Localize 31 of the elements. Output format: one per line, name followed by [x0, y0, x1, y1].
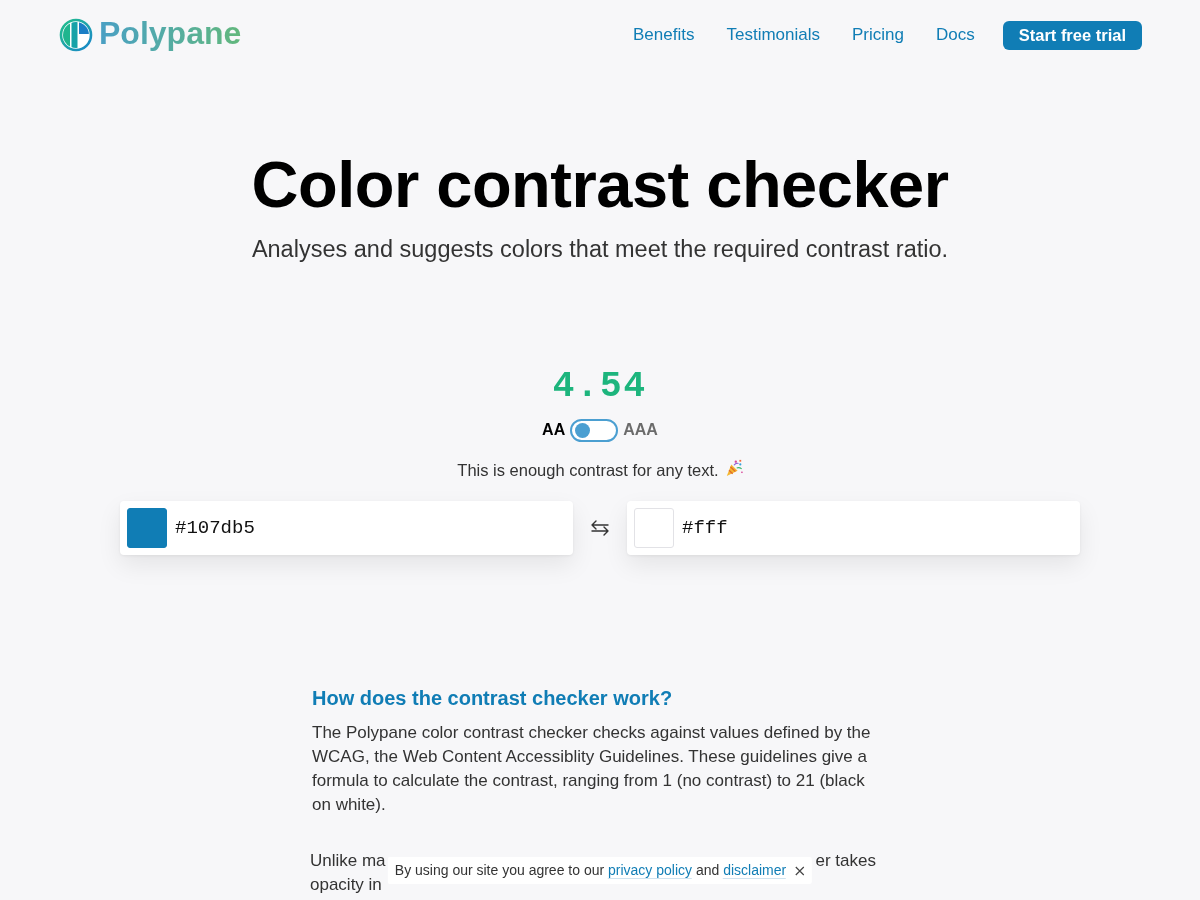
nav-link[interactable]: Pricing	[852, 22, 904, 48]
contrast-ratio: 4.54	[552, 367, 648, 407]
nav-link[interactable]: Benefits	[633, 22, 695, 48]
color-value: #107db5	[175, 515, 255, 541]
logo-icon	[59, 18, 93, 52]
page-subtitle: Analyses and suggests colors that meet the required contrast ratio.	[251, 235, 949, 264]
level-label[interactable]: AA	[542, 418, 566, 442]
section-heading: How does the contrast checker work?	[312, 685, 674, 711]
color-swatch-icon[interactable]	[127, 507, 167, 548]
cookie-notice-text: By using our site you agree to our privacy policy and disclaimer	[394, 861, 787, 881]
swap-icon[interactable]	[590, 519, 610, 536]
nav-link[interactable]: Testimonials	[726, 22, 820, 48]
party-popper-icon	[724, 459, 743, 478]
nav-link[interactable]: Docs	[935, 22, 975, 48]
logo-link[interactable]: Polypane	[59, 17, 242, 53]
result-message: This is enough contrast for any text.	[457, 460, 719, 481]
privacy-policy-link[interactable]: privacy policy	[608, 862, 693, 879]
page-title: Color contrast checker	[251, 150, 949, 220]
disclaimer-link[interactable]: disclaimer	[723, 862, 787, 879]
color-value: #fff	[682, 515, 728, 541]
level-toggle[interactable]	[570, 418, 619, 442]
color-input-field[interactable]: #fff	[627, 500, 1080, 555]
body-text: opacity in	[310, 873, 382, 896]
body-text: Unlike ma	[310, 849, 386, 872]
start-trial-button[interactable]: Start free trial	[1002, 20, 1142, 50]
body-paragraph: The Polypane color contrast checker checks against values defined by the WCAG, the Web Content Accessiblity Guidelines. These guidelines give a formula to calculate the contrast, ranging from 1 (no contrast) to 21 (black on white).	[312, 721, 872, 816]
color-input-field[interactable]: #107db5	[120, 500, 573, 555]
level-label[interactable]: AAA	[623, 418, 658, 442]
close-icon[interactable]	[795, 865, 806, 876]
toggle-knob[interactable]	[575, 422, 591, 438]
body-text: er takes	[815, 849, 876, 872]
